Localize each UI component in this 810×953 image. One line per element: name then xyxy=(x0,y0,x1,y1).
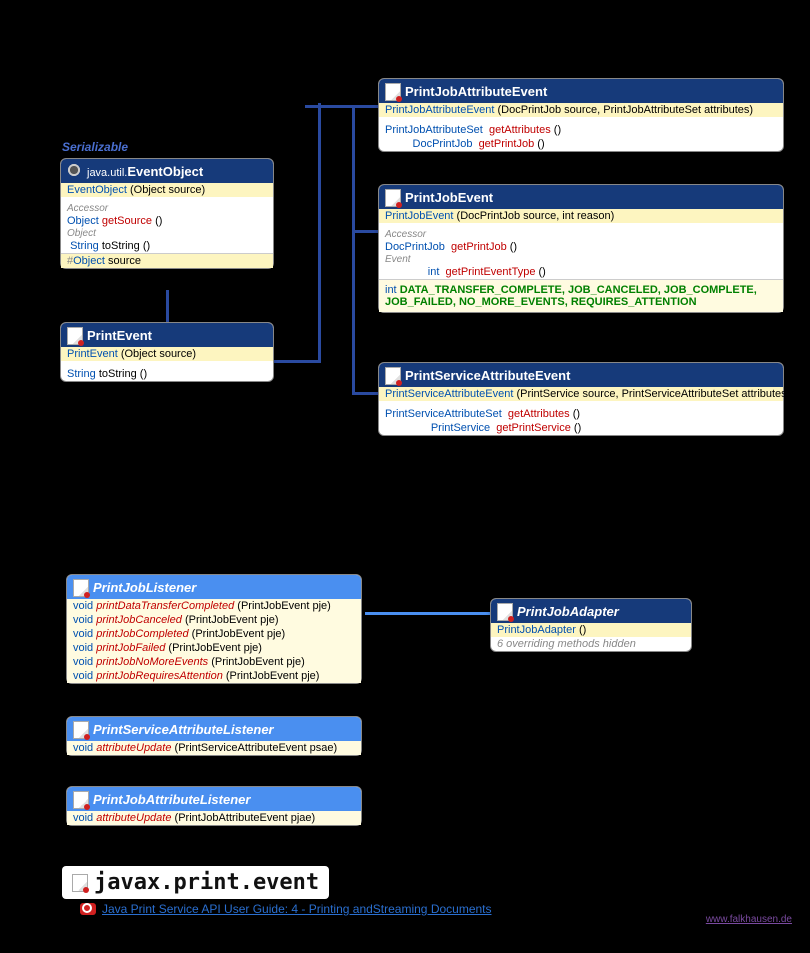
doc-icon xyxy=(73,721,89,737)
class-printevent: PrintEvent PrintEvent (Object source) St… xyxy=(60,322,274,382)
method-row: int getPrintEventType () xyxy=(379,265,783,279)
field-row: #Object source xyxy=(61,253,273,268)
method-row: void printJobCanceled (PrintJobEvent pje… xyxy=(67,613,361,627)
conn-line xyxy=(352,105,380,108)
method-row: Object getSource () xyxy=(61,214,273,228)
method-row: void printJobNoMoreEvents (PrintJobEvent… xyxy=(67,655,361,669)
class-header: PrintEvent xyxy=(61,323,273,347)
method-row: void printJobCompleted (PrintJobEvent pj… xyxy=(67,627,361,641)
conn-line xyxy=(352,230,380,233)
method-row: DocPrintJob getPrintJob () xyxy=(379,240,783,254)
footer-url[interactable]: www.falkhausen.de xyxy=(706,914,792,925)
conn-line xyxy=(352,105,355,395)
doc-icon xyxy=(72,874,88,892)
conn-line xyxy=(273,360,321,363)
guide-link[interactable]: Java Print Service API User Guide: 4 - P… xyxy=(102,902,492,916)
interface-printjoblistener: PrintJobListener void printDataTransferC… xyxy=(66,574,362,684)
method-row: DocPrintJob getPrintJob () xyxy=(379,137,783,151)
method-row: void printJobRequiresAttention (PrintJob… xyxy=(67,669,361,683)
doc-icon xyxy=(385,367,401,383)
constructor-row: EventObject (Object source) xyxy=(61,183,273,197)
method-row: PrintServiceAttributeSet getAttributes (… xyxy=(379,407,783,421)
method-row: String toString () xyxy=(61,239,273,253)
interface-printjobattributelistener: PrintJobAttributeListener void attribute… xyxy=(66,786,362,826)
doc-icon xyxy=(73,791,89,807)
class-eventobject: java.util.EventObject EventObject (Objec… xyxy=(60,158,274,269)
constructor-row: PrintEvent (Object source) xyxy=(61,347,273,361)
method-row: void attributeUpdate (PrintServiceAttrib… xyxy=(67,741,361,755)
method-row: void printJobFailed (PrintJobEvent pje) xyxy=(67,641,361,655)
accessor-label: Accessor xyxy=(379,229,783,240)
constructor-row: PrintJobAttributeEvent (DocPrintJob sour… xyxy=(379,103,783,117)
method-row: PrintService getPrintService () xyxy=(379,421,783,435)
guide-link-row: Java Print Service API User Guide: 4 - P… xyxy=(80,902,492,916)
accessor-label: Accessor xyxy=(61,203,273,214)
constructor-row: PrintJobAdapter () xyxy=(491,623,691,637)
gear-icon xyxy=(67,163,83,179)
class-header: PrintServiceAttributeEvent xyxy=(379,363,783,387)
class-header: PrintJobAdapter xyxy=(491,599,691,623)
package-title: javax.print.event xyxy=(62,866,329,899)
method-row: String toString () xyxy=(61,367,273,381)
constants-row: int DATA_TRANSFER_COMPLETE, JOB_CANCELED… xyxy=(379,279,783,312)
conn-line xyxy=(318,103,321,363)
doc-icon xyxy=(67,327,83,343)
conn-line xyxy=(305,105,355,108)
conn-line xyxy=(365,612,493,615)
conn-line xyxy=(352,392,380,395)
class-header: PrintJobAttributeEvent xyxy=(379,79,783,103)
constructor-row: PrintJobEvent (DocPrintJob source, int r… xyxy=(379,209,783,223)
oracle-icon xyxy=(80,903,96,915)
interface-printserviceattributelistener: PrintServiceAttributeListener void attri… xyxy=(66,716,362,756)
method-row: PrintJobAttributeSet getAttributes () xyxy=(379,123,783,137)
class-header: PrintJobAttributeListener xyxy=(67,787,361,811)
class-header: java.util.EventObject xyxy=(61,159,273,183)
class-header: PrintJobEvent xyxy=(379,185,783,209)
class-header: PrintServiceAttributeListener xyxy=(67,717,361,741)
method-row: void attributeUpdate (PrintJobAttributeE… xyxy=(67,811,361,825)
serializable-label: Serializable xyxy=(62,140,128,154)
doc-icon xyxy=(73,579,89,595)
doc-icon xyxy=(385,83,401,99)
event-label: Event xyxy=(379,254,783,265)
class-printserviceattributeevent: PrintServiceAttributeEvent PrintServiceA… xyxy=(378,362,784,436)
constructor-row: PrintServiceAttributeEvent (PrintService… xyxy=(379,387,783,401)
class-printjobevent: PrintJobEvent PrintJobEvent (DocPrintJob… xyxy=(378,184,784,313)
method-row: void printDataTransferCompleted (PrintJo… xyxy=(67,599,361,613)
object-label: Object xyxy=(61,228,273,239)
hidden-note: 6 overriding methods hidden xyxy=(491,637,691,651)
class-printjobattributeevent: PrintJobAttributeEvent PrintJobAttribute… xyxy=(378,78,784,152)
class-printjobadapter: PrintJobAdapter PrintJobAdapter () 6 ove… xyxy=(490,598,692,652)
doc-icon xyxy=(497,603,513,619)
class-header: PrintJobListener xyxy=(67,575,361,599)
doc-icon xyxy=(385,189,401,205)
